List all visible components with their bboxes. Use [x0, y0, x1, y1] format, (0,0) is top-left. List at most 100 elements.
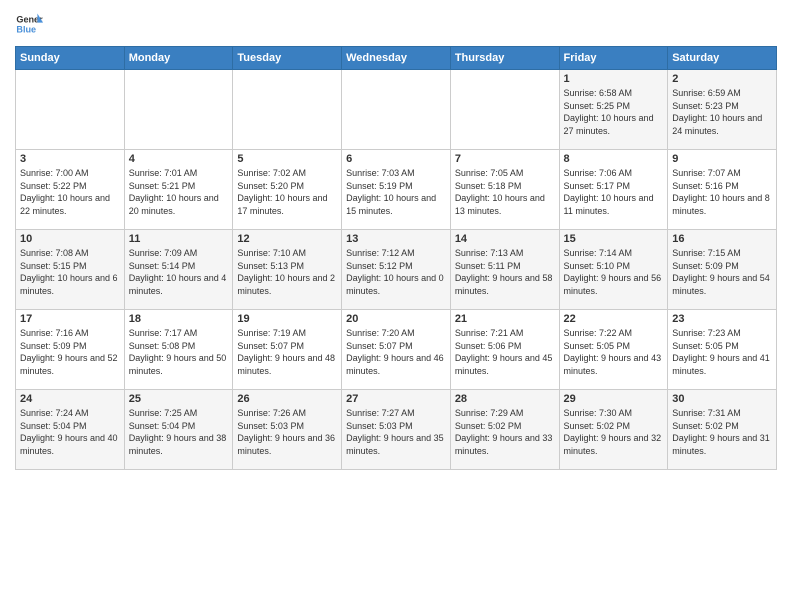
day-info: Sunrise: 7:31 AM Sunset: 5:02 PM Dayligh…	[672, 407, 772, 457]
day-number: 6	[346, 153, 446, 165]
header: General Blue	[15, 10, 777, 38]
weekday-header-row: SundayMondayTuesdayWednesdayThursdayFrid…	[16, 47, 777, 70]
day-info: Sunrise: 7:25 AM Sunset: 5:04 PM Dayligh…	[129, 407, 229, 457]
day-cell: 24Sunrise: 7:24 AM Sunset: 5:04 PM Dayli…	[16, 390, 125, 470]
day-cell: 14 Sunrise: 7:13 AM Sunset: 5:11 PM Dayli…	[450, 230, 559, 310]
day-cell	[124, 70, 233, 150]
day-info: Sunrise: 7:14 AM Sunset: 5:10 PM Dayligh…	[564, 247, 664, 297]
calendar-table: SundayMondayTuesdayWednesdayThursdayFrid…	[15, 46, 777, 470]
day-info: Sunrise: 7:07 AM Sunset: 5:16 PM Dayligh…	[672, 167, 772, 217]
day-info: Sunrise: 7:00 AM Sunset: 5:22 PM Dayligh…	[20, 167, 120, 217]
day-info: Sunrise: 7:10 AM Sunset: 5:13 PM Dayligh…	[237, 247, 337, 297]
day-cell	[450, 70, 559, 150]
day-info: Sunrise: 7:05 AM Sunset: 5:18 PM Dayligh…	[455, 167, 555, 217]
day-cell: 4 Sunrise: 7:01 AM Sunset: 5:21 PM Daylig…	[124, 150, 233, 230]
svg-text:Blue: Blue	[16, 24, 36, 34]
day-number: 14	[455, 233, 555, 245]
day-info: Sunrise: 7:13 AM Sunset: 5:11 PM Dayligh…	[455, 247, 555, 297]
logo-icon: General Blue	[15, 10, 43, 38]
day-info: Sunrise: 7:02 AM Sunset: 5:20 PM Dayligh…	[237, 167, 337, 217]
day-info: Sunrise: 7:27 AM Sunset: 5:03 PM Dayligh…	[346, 407, 446, 457]
day-cell: 23 Sunrise: 7:23 AM Sunset: 5:05 PM Dayli…	[668, 310, 777, 390]
day-cell: 21Sunrise: 7:21 AM Sunset: 5:06 PM Dayli…	[450, 310, 559, 390]
day-info: Sunrise: 7:17 AM Sunset: 5:08 PM Dayligh…	[129, 327, 229, 377]
day-cell: 8Sunrise: 7:06 AM Sunset: 5:17 PM Daylig…	[559, 150, 668, 230]
day-cell: 25Sunrise: 7:25 AM Sunset: 5:04 PM Dayli…	[124, 390, 233, 470]
day-cell	[233, 70, 342, 150]
day-number: 30	[672, 393, 772, 405]
week-row-1: 1 Sunrise: 6:58 AM Sunset: 5:25 PM Daylig…	[16, 70, 777, 150]
day-cell: 17 Sunrise: 7:16 AM Sunset: 5:09 PM Dayli…	[16, 310, 125, 390]
day-cell: 10 Sunrise: 7:08 AM Sunset: 5:15 PM Dayli…	[16, 230, 125, 310]
day-cell: 18 Sunrise: 7:17 AM Sunset: 5:08 PM Dayli…	[124, 310, 233, 390]
day-info: Sunrise: 7:15 AM Sunset: 5:09 PM Dayligh…	[672, 247, 772, 297]
day-cell: 12 Sunrise: 7:10 AM Sunset: 5:13 PM Dayli…	[233, 230, 342, 310]
day-cell: 11 Sunrise: 7:09 AM Sunset: 5:14 PM Dayli…	[124, 230, 233, 310]
day-cell: 1 Sunrise: 6:58 AM Sunset: 5:25 PM Daylig…	[559, 70, 668, 150]
day-number: 16	[672, 233, 772, 245]
day-number: 20	[346, 313, 446, 325]
day-number: 3	[20, 153, 120, 165]
weekday-saturday: Saturday	[668, 47, 777, 70]
day-cell	[16, 70, 125, 150]
day-info: Sunrise: 7:16 AM Sunset: 5:09 PM Dayligh…	[20, 327, 120, 377]
day-cell: 30 Sunrise: 7:31 AM Sunset: 5:02 PM Dayli…	[668, 390, 777, 470]
day-cell: 20Sunrise: 7:20 AM Sunset: 5:07 PM Dayli…	[342, 310, 451, 390]
day-number: 7	[455, 153, 555, 165]
day-cell: 29 Sunrise: 7:30 AM Sunset: 5:02 PM Dayli…	[559, 390, 668, 470]
weekday-wednesday: Wednesday	[342, 47, 451, 70]
day-info: Sunrise: 7:01 AM Sunset: 5:21 PM Dayligh…	[129, 167, 229, 217]
weekday-monday: Monday	[124, 47, 233, 70]
week-row-3: 10 Sunrise: 7:08 AM Sunset: 5:15 PM Dayli…	[16, 230, 777, 310]
day-number: 28	[455, 393, 555, 405]
day-number: 26	[237, 393, 337, 405]
day-info: Sunrise: 7:23 AM Sunset: 5:05 PM Dayligh…	[672, 327, 772, 377]
day-number: 1	[564, 73, 664, 85]
day-info: Sunrise: 7:12 AM Sunset: 5:12 PM Dayligh…	[346, 247, 446, 297]
day-cell: 22Sunrise: 7:22 AM Sunset: 5:05 PM Dayli…	[559, 310, 668, 390]
day-cell: 19 Sunrise: 7:19 AM Sunset: 5:07 PM Dayli…	[233, 310, 342, 390]
day-number: 12	[237, 233, 337, 245]
day-info: Sunrise: 7:06 AM Sunset: 5:17 PM Dayligh…	[564, 167, 664, 217]
day-cell: 9Sunrise: 7:07 AM Sunset: 5:16 PM Daylig…	[668, 150, 777, 230]
day-cell	[342, 70, 451, 150]
week-row-4: 17 Sunrise: 7:16 AM Sunset: 5:09 PM Dayli…	[16, 310, 777, 390]
day-cell: 5Sunrise: 7:02 AM Sunset: 5:20 PM Daylig…	[233, 150, 342, 230]
day-number: 19	[237, 313, 337, 325]
weekday-thursday: Thursday	[450, 47, 559, 70]
day-cell: 7 Sunrise: 7:05 AM Sunset: 5:18 PM Daylig…	[450, 150, 559, 230]
day-number: 18	[129, 313, 229, 325]
day-number: 17	[20, 313, 120, 325]
day-number: 4	[129, 153, 229, 165]
day-number: 15	[564, 233, 664, 245]
day-number: 29	[564, 393, 664, 405]
day-info: Sunrise: 7:24 AM Sunset: 5:04 PM Dayligh…	[20, 407, 120, 457]
day-info: Sunrise: 7:03 AM Sunset: 5:19 PM Dayligh…	[346, 167, 446, 217]
day-info: Sunrise: 7:26 AM Sunset: 5:03 PM Dayligh…	[237, 407, 337, 457]
day-cell: 15 Sunrise: 7:14 AM Sunset: 5:10 PM Dayli…	[559, 230, 668, 310]
day-info: Sunrise: 7:29 AM Sunset: 5:02 PM Dayligh…	[455, 407, 555, 457]
day-info: Sunrise: 6:58 AM Sunset: 5:25 PM Dayligh…	[564, 87, 664, 137]
day-cell: 16 Sunrise: 7:15 AM Sunset: 5:09 PM Dayli…	[668, 230, 777, 310]
day-number: 11	[129, 233, 229, 245]
logo: General Blue	[15, 10, 43, 38]
day-cell: 6 Sunrise: 7:03 AM Sunset: 5:19 PM Daylig…	[342, 150, 451, 230]
day-number: 23	[672, 313, 772, 325]
weekday-sunday: Sunday	[16, 47, 125, 70]
day-info: Sunrise: 7:19 AM Sunset: 5:07 PM Dayligh…	[237, 327, 337, 377]
day-number: 10	[20, 233, 120, 245]
day-info: Sunrise: 7:22 AM Sunset: 5:05 PM Dayligh…	[564, 327, 664, 377]
day-cell: 28 Sunrise: 7:29 AM Sunset: 5:02 PM Dayli…	[450, 390, 559, 470]
day-info: Sunrise: 7:30 AM Sunset: 5:02 PM Dayligh…	[564, 407, 664, 457]
day-info: Sunrise: 7:08 AM Sunset: 5:15 PM Dayligh…	[20, 247, 120, 297]
weekday-tuesday: Tuesday	[233, 47, 342, 70]
day-info: Sunrise: 6:59 AM Sunset: 5:23 PM Dayligh…	[672, 87, 772, 137]
day-cell: 2 Sunrise: 6:59 AM Sunset: 5:23 PM Daylig…	[668, 70, 777, 150]
day-number: 13	[346, 233, 446, 245]
calendar-body: 1 Sunrise: 6:58 AM Sunset: 5:25 PM Daylig…	[16, 70, 777, 470]
day-cell: 26 Sunrise: 7:26 AM Sunset: 5:03 PM Dayli…	[233, 390, 342, 470]
day-info: Sunrise: 7:09 AM Sunset: 5:14 PM Dayligh…	[129, 247, 229, 297]
day-number: 2	[672, 73, 772, 85]
page-container: General Blue SundayMondayTuesdayWednesda…	[0, 0, 792, 480]
weekday-friday: Friday	[559, 47, 668, 70]
